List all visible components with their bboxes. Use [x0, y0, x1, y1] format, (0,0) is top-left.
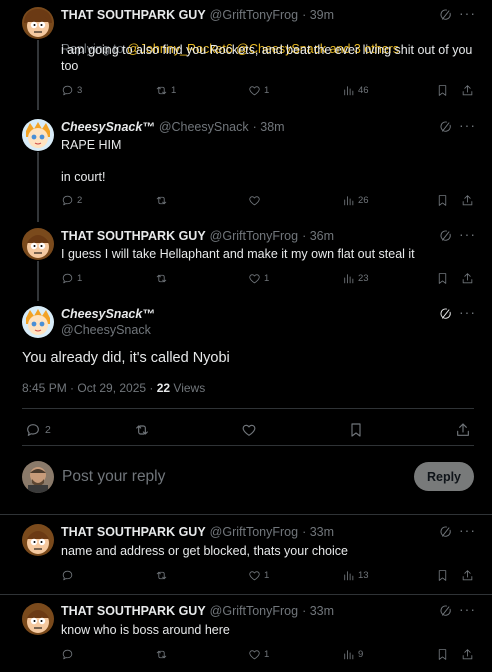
- divider: [0, 594, 492, 595]
- display-name[interactable]: CheesySnack™: [61, 120, 155, 134]
- display-name[interactable]: THAT SOUTHPARK GUY: [61, 229, 206, 243]
- post-time[interactable]: · 36m: [302, 229, 334, 243]
- my-avatar[interactable]: [22, 461, 54, 493]
- like-button[interactable]: [241, 422, 257, 438]
- bookmark-button[interactable]: [348, 422, 364, 438]
- post-text: know who is boss around here: [61, 623, 230, 637]
- avatar[interactable]: [22, 603, 54, 635]
- views-button[interactable]: 26: [342, 194, 369, 207]
- repost-button[interactable]: [134, 422, 150, 438]
- reply-button[interactable]: [61, 648, 74, 661]
- grok-icon[interactable]: [439, 525, 453, 539]
- views-button[interactable]: 23: [342, 272, 369, 285]
- user-handle[interactable]: @CheesySnack: [61, 323, 151, 337]
- grok-icon[interactable]: [439, 120, 453, 134]
- avatar[interactable]: [22, 306, 54, 338]
- repost-button[interactable]: [155, 569, 168, 582]
- bookmark-button[interactable]: [436, 648, 449, 661]
- repost-button[interactable]: 1: [155, 84, 176, 97]
- thread-line: [37, 152, 39, 222]
- like-button[interactable]: 1: [248, 648, 269, 661]
- post-timestamp: 8:45 PM · Oct 29, 2025 · 22 Views: [22, 381, 206, 395]
- like-button[interactable]: [248, 194, 264, 207]
- views-button[interactable]: 13: [342, 569, 369, 582]
- reply-button[interactable]: 3: [61, 84, 82, 97]
- user-handle[interactable]: @GriftTonyFrog: [210, 8, 298, 22]
- more-options-icon[interactable]: ···: [459, 118, 476, 132]
- grok-icon[interactable]: [439, 8, 453, 22]
- display-name[interactable]: THAT SOUTHPARK GUY: [61, 525, 206, 539]
- share-button[interactable]: [461, 84, 474, 97]
- post-text: i am going to also find you Rockets, and…: [61, 43, 473, 73]
- post-text: name and address or get blocked, thats y…: [61, 544, 348, 558]
- share-button[interactable]: [461, 272, 474, 285]
- repost-button[interactable]: [155, 648, 168, 661]
- divider: [0, 514, 492, 515]
- reply-button[interactable]: 2: [25, 422, 51, 438]
- divider: [22, 408, 474, 409]
- post-time[interactable]: · 33m: [302, 525, 334, 539]
- bookmark-button[interactable]: [436, 84, 449, 97]
- like-button[interactable]: 1: [248, 272, 269, 285]
- display-name[interactable]: THAT SOUTHPARK GUY: [61, 8, 206, 22]
- reply-button[interactable]: 2: [61, 194, 82, 207]
- views-button[interactable]: 46: [342, 84, 369, 97]
- more-options-icon[interactable]: ···: [459, 523, 476, 537]
- reply-button[interactable]: 1: [61, 272, 82, 285]
- reply-button[interactable]: [61, 569, 74, 582]
- grok-icon[interactable]: [439, 307, 453, 321]
- like-button[interactable]: 1: [248, 569, 269, 582]
- post-text: I guess I will take Hellaphant and make …: [61, 247, 415, 261]
- post-time[interactable]: · 39m: [302, 8, 334, 22]
- share-button[interactable]: [461, 648, 474, 661]
- more-options-icon[interactable]: ···: [459, 227, 476, 241]
- like-button[interactable]: 1: [248, 84, 269, 97]
- more-options-icon[interactable]: ···: [459, 602, 476, 616]
- display-name[interactable]: CheesySnack™: [61, 307, 155, 321]
- post-text: RAPE HIM in court!: [61, 138, 122, 184]
- post-time[interactable]: · 38m: [253, 120, 285, 134]
- post-text: You already did, it's called Nyobi: [22, 350, 230, 366]
- user-handle[interactable]: @GriftTonyFrog: [210, 229, 298, 243]
- bookmark-button[interactable]: [436, 194, 449, 207]
- bookmark-button[interactable]: [436, 272, 449, 285]
- thread-line: [37, 261, 39, 301]
- avatar[interactable]: [22, 7, 54, 39]
- divider: [22, 445, 474, 446]
- user-handle[interactable]: @GriftTonyFrog: [210, 604, 298, 618]
- avatar[interactable]: [22, 119, 54, 151]
- reply-input[interactable]: Post your reply: [62, 468, 165, 486]
- more-options-icon[interactable]: ···: [459, 6, 476, 20]
- more-options-icon[interactable]: ···: [459, 305, 476, 319]
- repost-button[interactable]: [155, 272, 171, 285]
- user-handle[interactable]: @GriftTonyFrog: [210, 525, 298, 539]
- share-button[interactable]: [461, 569, 474, 582]
- grok-icon[interactable]: [439, 229, 453, 243]
- thread-line: [37, 40, 39, 110]
- share-button[interactable]: [455, 422, 471, 438]
- display-name[interactable]: THAT SOUTHPARK GUY: [61, 604, 206, 618]
- repost-button[interactable]: [155, 194, 171, 207]
- avatar[interactable]: [22, 228, 54, 260]
- post-time[interactable]: · 33m: [302, 604, 334, 618]
- user-handle[interactable]: @CheesySnack: [159, 120, 249, 134]
- bookmark-button[interactable]: [436, 569, 449, 582]
- share-button[interactable]: [461, 194, 474, 207]
- reply-submit-button[interactable]: Reply: [414, 462, 474, 491]
- grok-icon[interactable]: [439, 604, 453, 618]
- views-button[interactable]: 9: [342, 648, 363, 661]
- avatar[interactable]: [22, 524, 54, 556]
